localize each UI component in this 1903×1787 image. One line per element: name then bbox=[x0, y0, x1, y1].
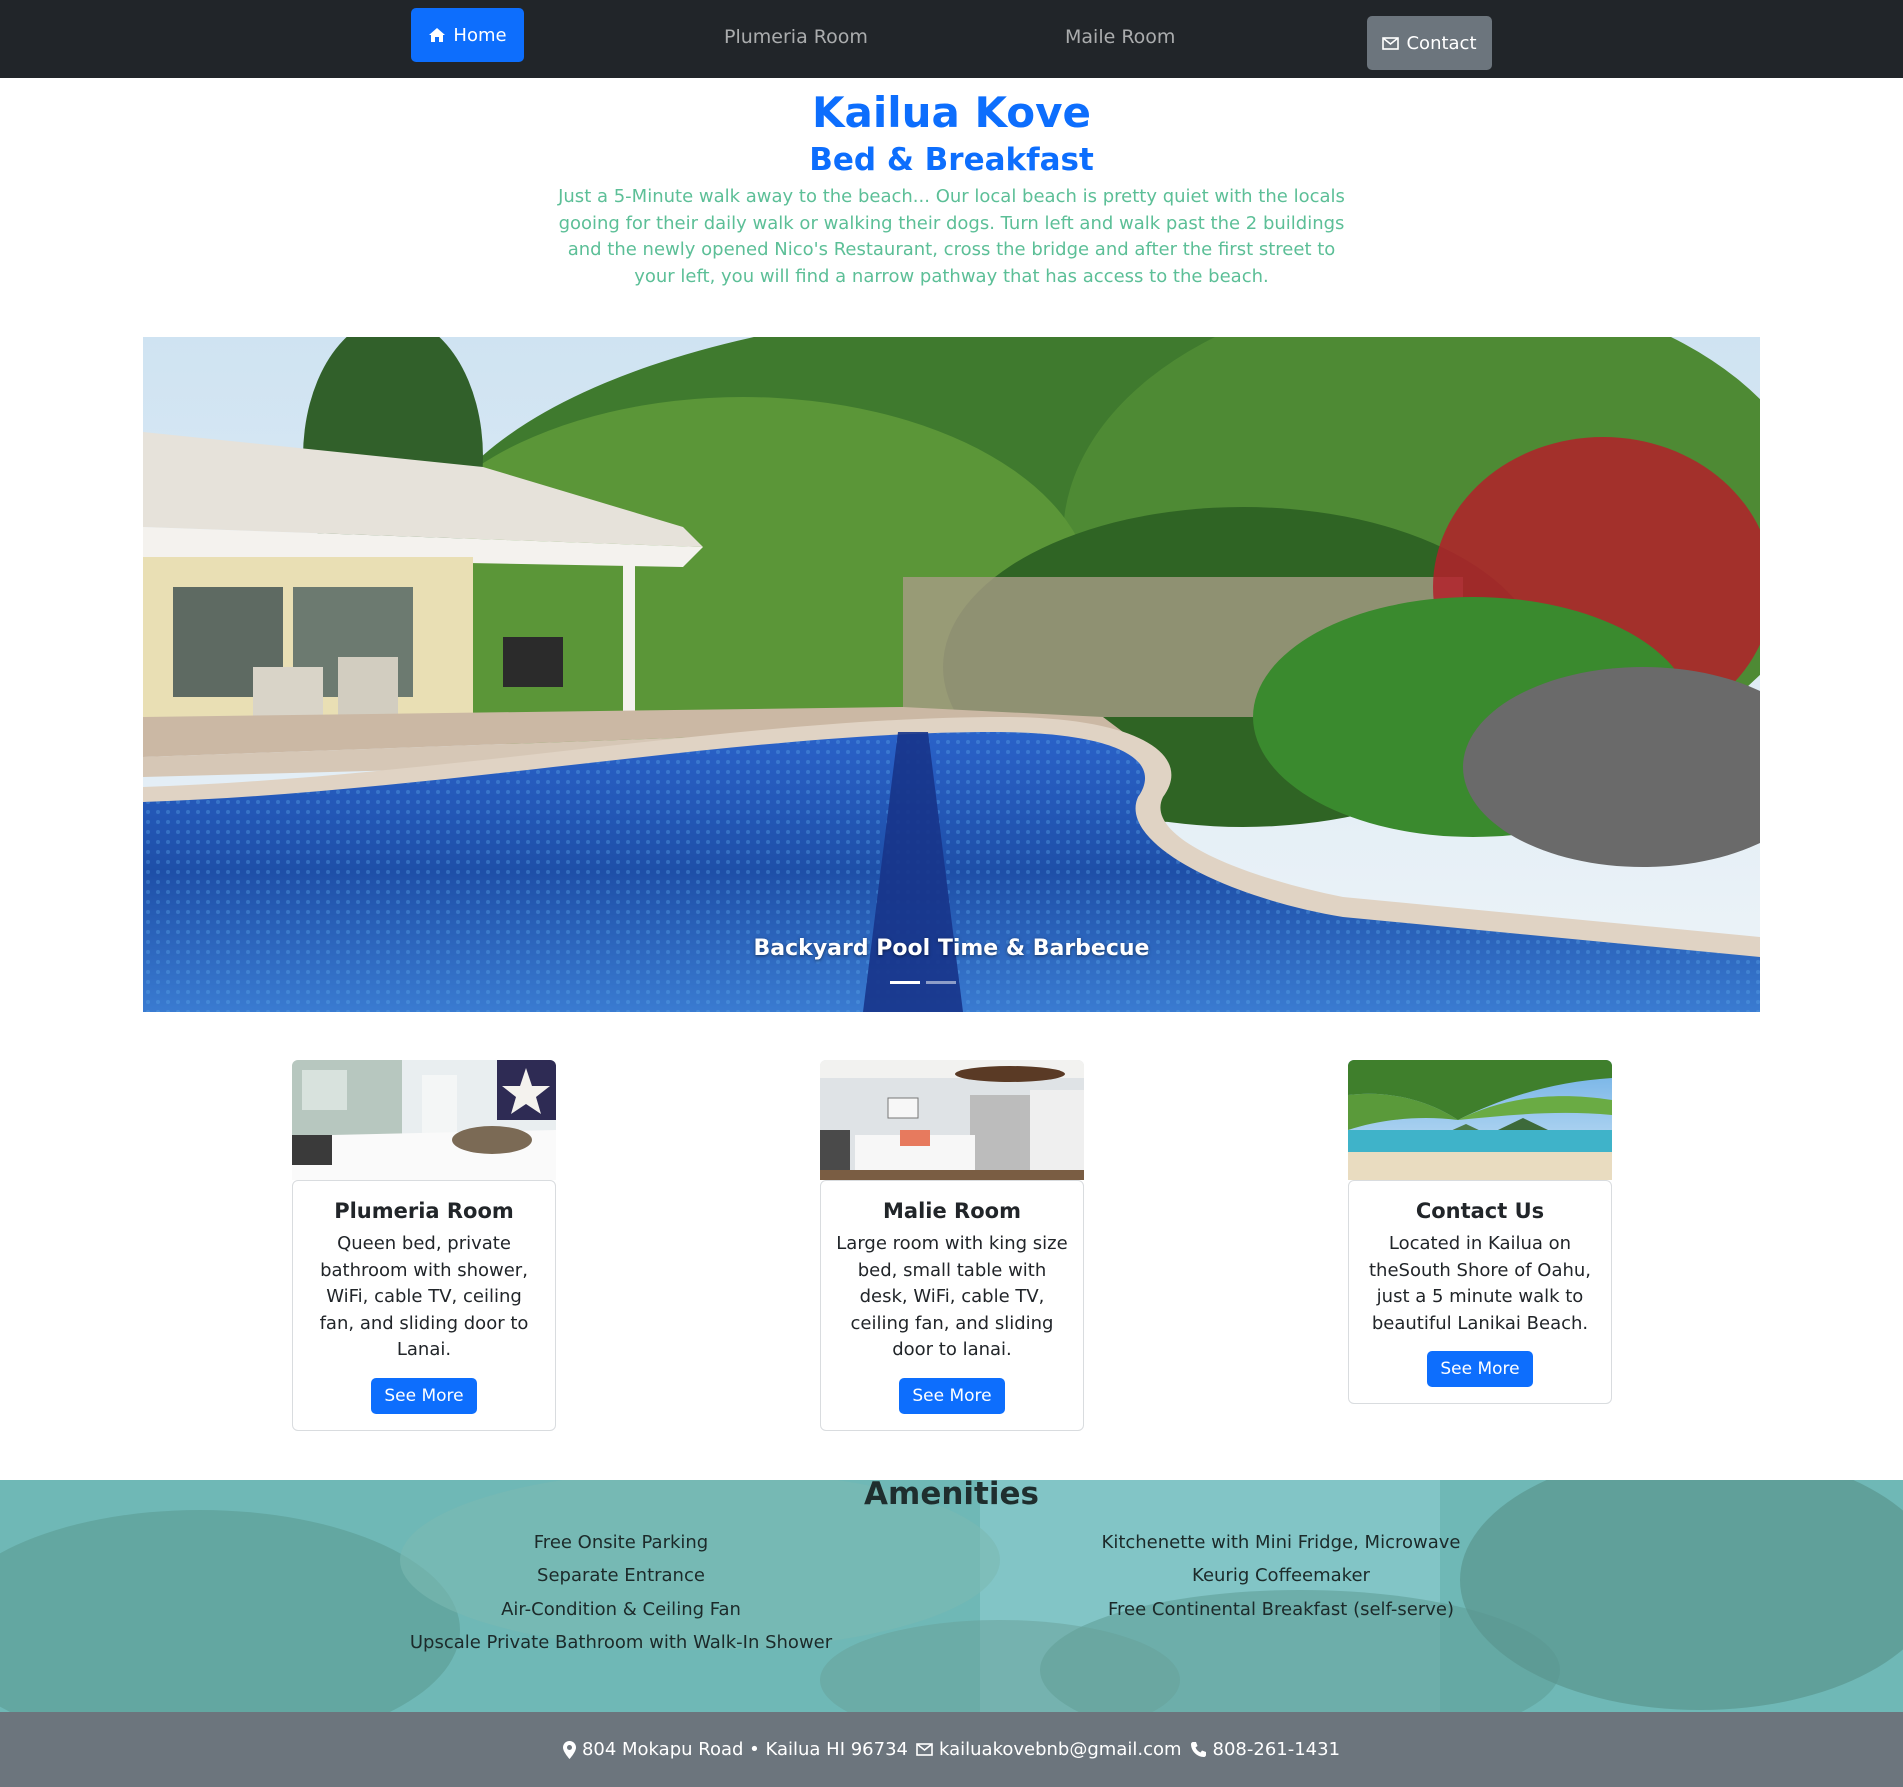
nav-maile-room-link[interactable]: Maile Room bbox=[1065, 22, 1175, 52]
amenities-list-right: Kitchenette with Mini Fridge, Microwave … bbox=[961, 1526, 1601, 1626]
nav-contact-label: Contact bbox=[1406, 32, 1477, 54]
carousel-indicators bbox=[890, 981, 956, 984]
nav-contact-button[interactable]: Contact bbox=[1367, 16, 1492, 70]
malie-room-image bbox=[820, 1060, 1084, 1180]
amenity-item: Keurig Coffeemaker bbox=[1192, 1565, 1370, 1587]
map-pin-icon bbox=[562, 1740, 576, 1759]
nav-plumeria-room-link[interactable]: Plumeria Room bbox=[724, 22, 868, 52]
malie-see-more-button[interactable]: See More bbox=[899, 1377, 1005, 1414]
amenities-title: Amenities bbox=[864, 1476, 1039, 1512]
amenity-item: Separate Entrance bbox=[537, 1565, 705, 1587]
pool-scene-illustration bbox=[143, 337, 1760, 1012]
card-text: Queen bed, private bathroom with shower,… bbox=[319, 1233, 529, 1360]
malie-room-card: Malie Room Large room with king size bed… bbox=[820, 1180, 1084, 1431]
amenities-background-illustration bbox=[0, 1480, 1903, 1712]
phone-icon bbox=[1190, 1742, 1206, 1757]
amenity-item: Free Continental Breakfast (self-serve) bbox=[1108, 1598, 1454, 1620]
envelope-icon bbox=[916, 1743, 933, 1756]
plumeria-room-image bbox=[292, 1060, 556, 1180]
footer-address: 804 Mokapu Road • Kailua HI 96734 bbox=[581, 1739, 908, 1760]
card-title: Malie Room bbox=[883, 1199, 1021, 1223]
contact-us-card: Contact Us Located in Kailua on theSouth… bbox=[1348, 1180, 1612, 1404]
nav-home-label: Home bbox=[453, 24, 507, 46]
intro-paragraph: Just a 5-Minute walk away to the beach..… bbox=[558, 186, 1345, 287]
carousel-indicator-2[interactable] bbox=[926, 981, 956, 984]
site-title: Kailua Kove bbox=[811, 88, 1092, 137]
footer-email-link[interactable]: kailuakovebnb@gmail.com bbox=[939, 1739, 1182, 1760]
plumeria-see-more-button[interactable]: See More bbox=[371, 1377, 477, 1414]
card-text: Located in Kailua on theSouth Shore of O… bbox=[1368, 1233, 1592, 1334]
card-title: Contact Us bbox=[1415, 1199, 1545, 1223]
amenity-item: Air-Condition & Ceiling Fan bbox=[501, 1598, 741, 1620]
amenities-section bbox=[0, 1480, 1903, 1712]
envelope-icon bbox=[1382, 36, 1400, 50]
carousel-indicator-1[interactable] bbox=[890, 981, 920, 984]
amenity-item: Free Onsite Parking bbox=[533, 1532, 709, 1553]
plumeria-room-card: Plumeria Room Queen bed, private bathroo… bbox=[292, 1180, 556, 1431]
lanikai-beach-image bbox=[1348, 1060, 1612, 1180]
nav-home-button[interactable]: Home bbox=[411, 8, 524, 62]
footer: 804 Mokapu Road • Kailua HI 96734 kailua… bbox=[0, 1712, 1903, 1787]
contact-see-more-button[interactable]: See More bbox=[1427, 1351, 1533, 1387]
carousel-caption: Backyard Pool Time & Barbecue bbox=[753, 936, 1150, 961]
hero-carousel-image[interactable] bbox=[143, 337, 1760, 1012]
amenity-item: Kitchenette with Mini Fridge, Microwave bbox=[1101, 1532, 1461, 1553]
home-icon bbox=[429, 28, 446, 42]
card-text: Large room with king size bed, small tab… bbox=[836, 1233, 1068, 1360]
amenity-item: Upscale Private Bathroom with Walk-In Sh… bbox=[409, 1631, 833, 1653]
site-subtitle: Bed & Breakfast bbox=[809, 142, 1094, 178]
amenities-list-left: Free Onsite Parking Separate Entrance Ai… bbox=[301, 1526, 941, 1659]
footer-phone-link[interactable]: 808-261-1431 bbox=[1213, 1739, 1341, 1760]
top-navbar: Home Plumeria Room Maile Room Contact bbox=[0, 0, 1903, 78]
card-title: Plumeria Room bbox=[334, 1199, 514, 1223]
